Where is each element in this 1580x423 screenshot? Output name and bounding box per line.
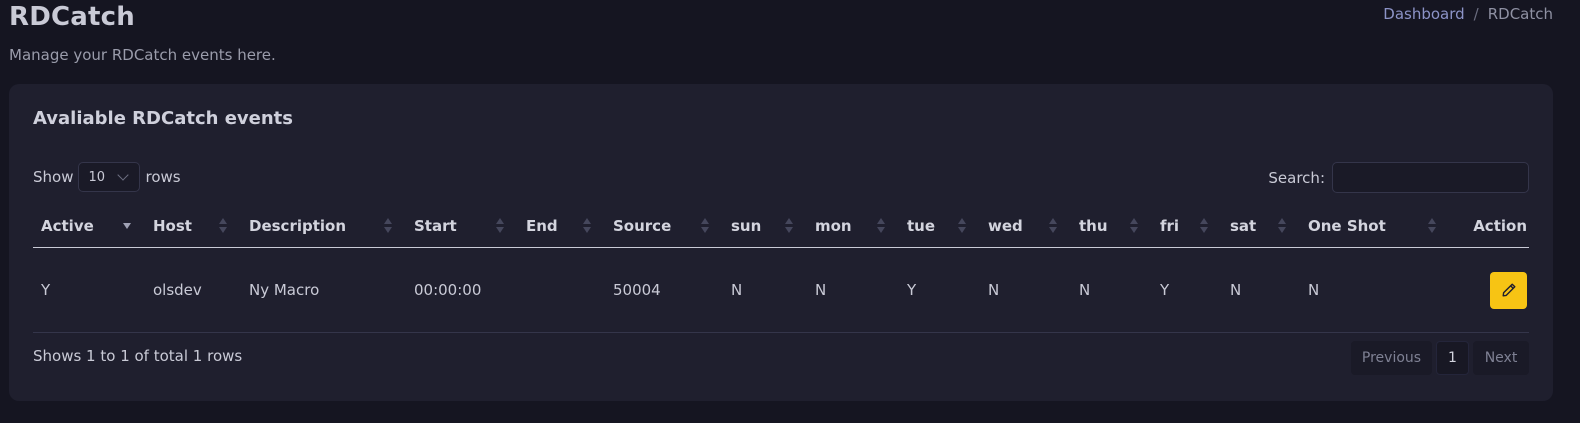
card-title: Avaliable RDCatch events bbox=[33, 108, 293, 129]
sort-icon bbox=[958, 218, 966, 234]
column-header-thu[interactable]: thu bbox=[1071, 205, 1152, 248]
sort-icon bbox=[1130, 218, 1138, 234]
breadcrumb-dashboard-link[interactable]: Dashboard bbox=[1383, 5, 1464, 23]
pagination: Previous 1 Next bbox=[1347, 341, 1529, 375]
sort-icon bbox=[1049, 218, 1057, 234]
cell-action bbox=[1450, 247, 1529, 333]
sort-icon bbox=[1278, 218, 1286, 234]
search-label: Search: bbox=[1268, 168, 1325, 187]
sort-icon bbox=[583, 218, 591, 234]
edit-button[interactable] bbox=[1490, 271, 1527, 309]
cell-sun: N bbox=[723, 247, 807, 333]
cell-thu: N bbox=[1071, 247, 1152, 333]
column-header-fri[interactable]: fri bbox=[1152, 205, 1222, 248]
chevron-down-icon bbox=[117, 169, 130, 181]
sort-icon bbox=[1200, 218, 1208, 234]
rows-per-page-value: 10 bbox=[88, 169, 106, 185]
page-1-button[interactable]: 1 bbox=[1436, 341, 1469, 375]
table-row: Y olsdev Ny Macro 00:00:00 50004 N N Y N… bbox=[33, 247, 1529, 333]
column-header-sat[interactable]: sat bbox=[1222, 205, 1300, 248]
rows-length-control: Show 10 rows bbox=[33, 162, 181, 192]
column-header-action: Action bbox=[1450, 205, 1529, 248]
previous-page-button[interactable]: Previous bbox=[1351, 341, 1432, 375]
next-page-button[interactable]: Next bbox=[1473, 341, 1529, 375]
column-header-wed[interactable]: wed bbox=[980, 205, 1071, 248]
cell-sat: N bbox=[1222, 247, 1300, 333]
table-header-row: Active Host Description Start End Source… bbox=[33, 205, 1529, 248]
column-header-start[interactable]: Start bbox=[406, 205, 518, 248]
search-input[interactable] bbox=[1332, 162, 1529, 193]
cell-active: Y bbox=[33, 247, 145, 333]
cell-one-shot: N bbox=[1300, 247, 1450, 333]
cell-mon: N bbox=[807, 247, 899, 333]
length-prefix-label: Show bbox=[33, 168, 74, 186]
column-header-mon[interactable]: mon bbox=[807, 205, 899, 248]
sort-descending-icon bbox=[123, 223, 131, 239]
column-header-sun[interactable]: sun bbox=[723, 205, 807, 248]
sort-icon bbox=[785, 218, 793, 234]
cell-description: Ny Macro bbox=[241, 247, 406, 333]
cell-start: 00:00:00 bbox=[406, 247, 518, 333]
length-suffix-label: rows bbox=[145, 168, 181, 186]
column-header-tue[interactable]: tue bbox=[899, 205, 980, 248]
sort-icon bbox=[496, 218, 504, 234]
column-header-source[interactable]: Source bbox=[605, 205, 723, 248]
pencil-icon bbox=[1502, 283, 1515, 297]
breadcrumb: Dashboard / RDCatch bbox=[1383, 5, 1553, 23]
column-header-host[interactable]: Host bbox=[145, 205, 241, 248]
cell-fri: Y bbox=[1152, 247, 1222, 333]
column-header-description[interactable]: Description bbox=[241, 205, 406, 248]
sort-icon bbox=[701, 218, 709, 234]
column-header-end[interactable]: End bbox=[518, 205, 605, 248]
cell-host: olsdev bbox=[145, 247, 241, 333]
sort-icon bbox=[384, 218, 392, 234]
column-header-active[interactable]: Active bbox=[33, 205, 145, 248]
sort-icon bbox=[877, 218, 885, 234]
cell-wed: N bbox=[980, 247, 1071, 333]
cell-source: 50004 bbox=[605, 247, 723, 333]
page-subtitle: Manage your RDCatch events here. bbox=[9, 46, 276, 64]
breadcrumb-separator: / bbox=[1473, 5, 1479, 23]
cell-end bbox=[518, 247, 605, 333]
sort-icon bbox=[219, 218, 227, 234]
cell-tue: Y bbox=[899, 247, 980, 333]
table-info: Shows 1 to 1 of total 1 rows bbox=[33, 347, 243, 365]
events-card: Avaliable RDCatch events Show 10 rows Se… bbox=[9, 84, 1553, 401]
rows-per-page-select[interactable]: 10 bbox=[78, 162, 141, 192]
events-table: Active Host Description Start End Source… bbox=[33, 205, 1529, 333]
search-control: Search: bbox=[1268, 162, 1529, 193]
page-title: RDCatch bbox=[9, 2, 135, 32]
breadcrumb-current: RDCatch bbox=[1487, 5, 1553, 23]
column-header-one-shot[interactable]: One Shot bbox=[1300, 205, 1450, 248]
sort-icon bbox=[1428, 218, 1436, 234]
